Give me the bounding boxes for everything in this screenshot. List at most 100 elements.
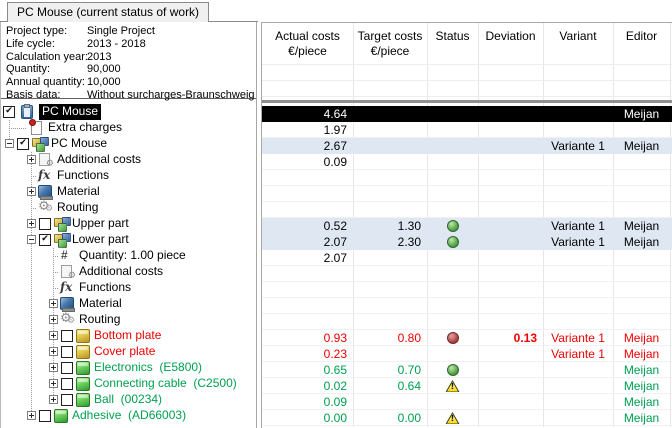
tree-label[interactable]: Connecting cable (C2500) (94, 376, 237, 392)
tree-checkbox[interactable] (39, 410, 51, 422)
tree-label[interactable]: Ball (00234) (94, 392, 162, 408)
variant-cell (543, 282, 613, 298)
tree-row-additional-costs[interactable]: Additional costs (1, 152, 256, 168)
tree-checkbox[interactable] (39, 234, 51, 246)
tree-row-ball-00234[interactable]: Ball (00234) (1, 392, 256, 408)
expand-plus-icon[interactable] (49, 347, 58, 356)
tree-label[interactable]: PC Mouse (39, 104, 101, 120)
tree-label[interactable]: Routing (79, 312, 120, 328)
status-cell (427, 218, 478, 234)
tree-label[interactable]: Material (79, 296, 122, 312)
expand-plus-icon[interactable] (49, 315, 58, 324)
tree-label[interactable]: Bottom plate (94, 328, 161, 344)
tab-pc-mouse[interactable]: PC Mouse (current status of work) (7, 2, 209, 22)
column-header-label: Editor (613, 29, 670, 44)
tree-label[interactable]: Functions (79, 280, 131, 296)
table-row-upper-part[interactable]: 0.521.30Variante 1Meijan (262, 218, 672, 234)
status-cell (427, 170, 478, 186)
tree-label[interactable]: Material (57, 184, 100, 200)
tree-checkbox[interactable] (61, 394, 73, 406)
tree-label[interactable]: Additional costs (57, 152, 141, 168)
expand-plus-icon[interactable] (49, 379, 58, 388)
table-row-routing[interactable] (262, 202, 672, 218)
variant-cell (543, 170, 613, 186)
table-row-additional-costs[interactable] (262, 266, 672, 282)
tree-row-pc-mouse[interactable]: PC Mouse (1, 104, 256, 120)
tree-row-lower-part[interactable]: Lower part (1, 232, 256, 248)
table-row-material[interactable] (262, 298, 672, 314)
table-row-bottom-plate[interactable]: 0.930.800.13Variante 1Meijan (262, 330, 672, 346)
table-row-pc-mouse[interactable]: 4.64Meijan (262, 106, 672, 122)
status-cell (427, 298, 478, 314)
table-row-extra-charges[interactable]: 1.97 (262, 122, 672, 138)
tree-row-bottom-plate[interactable]: Bottom plate (1, 328, 256, 344)
column-header-variant: Variant (543, 23, 613, 44)
expand-plus-icon[interactable] (27, 411, 36, 420)
tree-row-functions[interactable]: fxFunctions (1, 168, 256, 184)
tree-checkbox[interactable] (39, 218, 51, 230)
tree-checkbox[interactable] (3, 106, 15, 118)
project-info-value: 2013 (87, 51, 111, 64)
tree-label[interactable]: Adhesive (AD66003) (72, 408, 186, 424)
deviation-cell (478, 186, 543, 202)
tree-label[interactable]: Cover plate (94, 344, 155, 360)
expand-plus-icon[interactable] (49, 331, 58, 340)
tree-label[interactable]: Electronics (E5800) (94, 360, 202, 376)
tree-row-routing[interactable]: ⚙Routing (1, 312, 256, 328)
table-row-additional-costs[interactable]: 0.09 (262, 154, 672, 170)
tree-row-adhesive-ad66003[interactable]: Adhesive (AD66003) (1, 408, 256, 424)
table-row-material[interactable] (262, 186, 672, 202)
tree-row-quantity-1-00-piece[interactable]: #Quantity: 1.00 piece (1, 248, 256, 264)
expand-plus-icon[interactable] (49, 299, 58, 308)
tree-label[interactable]: Additional costs (79, 264, 163, 280)
table-row-routing[interactable] (262, 314, 672, 330)
tree-checkbox[interactable] (61, 330, 73, 342)
tree-row-material[interactable]: Material (1, 296, 256, 312)
table-row-lower-part[interactable]: 2.072.30Variante 1Meijan (262, 234, 672, 250)
deviation-cell (478, 250, 543, 266)
table-row-connecting-cable-c2500[interactable]: 0.020.64!Meijan (262, 378, 672, 394)
tree-row-cover-plate[interactable]: Cover plate (1, 344, 256, 360)
expand-plus-icon[interactable] (27, 219, 36, 228)
collapse-minus-icon[interactable] (5, 139, 14, 148)
tree-row-additional-costs[interactable]: Additional costs (1, 264, 256, 280)
table-row-cover-plate[interactable]: 0.23Variante 1Meijan (262, 346, 672, 362)
table-row-ball-00234[interactable]: 0.09Meijan (262, 394, 672, 410)
tree-label[interactable]: PC Mouse (51, 136, 107, 152)
tree-row-extra-charges[interactable]: Extra charges (1, 120, 256, 136)
tree-checkbox[interactable] (61, 362, 73, 374)
tree-row-routing[interactable]: ⚙Routing (1, 200, 256, 216)
tree-label[interactable]: Functions (57, 168, 109, 184)
deviation-cell (478, 346, 543, 362)
tree-row-connecting-cable-c2500[interactable]: Connecting cable (C2500) (1, 376, 256, 392)
expand-plus-icon[interactable] (27, 155, 36, 164)
tree-row-pc-mouse[interactable]: PC Mouse (1, 136, 256, 152)
tree-row-electronics-e5800[interactable]: Electronics (E5800) (1, 360, 256, 376)
tree-label[interactable]: Lower part (72, 232, 129, 248)
tree-checkbox[interactable] (61, 378, 73, 390)
tree-label[interactable]: Quantity: 1.00 piece (79, 248, 186, 264)
tree-checkbox[interactable] (61, 346, 73, 358)
table-row-pc-mouse[interactable]: 2.67Variante 1Meijan (262, 138, 672, 154)
expand-plus-icon[interactable] (49, 395, 58, 404)
actual-costs-cell (262, 282, 353, 298)
tree-row-material[interactable]: Material (1, 184, 256, 200)
expand-plus-icon[interactable] (49, 363, 58, 372)
variant-cell (543, 106, 613, 122)
status-cell (427, 106, 478, 122)
actual-costs-cell (262, 298, 353, 314)
tree-checkbox[interactable] (17, 138, 29, 150)
tree-label[interactable]: Upper part (72, 216, 129, 232)
table-row-adhesive-ad66003[interactable]: 0.000.00!Meijan (262, 410, 672, 426)
collapse-minus-icon[interactable] (27, 235, 36, 244)
tree-row-upper-part[interactable]: Upper part (1, 216, 256, 232)
table-row-electronics-e5800[interactable]: 0.650.70Meijan (262, 362, 672, 378)
tree-label[interactable]: Routing (57, 200, 98, 216)
expand-plus-icon[interactable] (27, 187, 36, 196)
tree-label[interactable]: Extra charges (48, 120, 122, 136)
table-row-quantity-1-00-piece[interactable]: 2.07 (262, 250, 672, 266)
deviation-cell: 0.13 (478, 330, 543, 346)
table-row-functions[interactable] (262, 170, 672, 186)
table-row-functions[interactable] (262, 282, 672, 298)
tree-row-functions[interactable]: fxFunctions (1, 280, 256, 296)
